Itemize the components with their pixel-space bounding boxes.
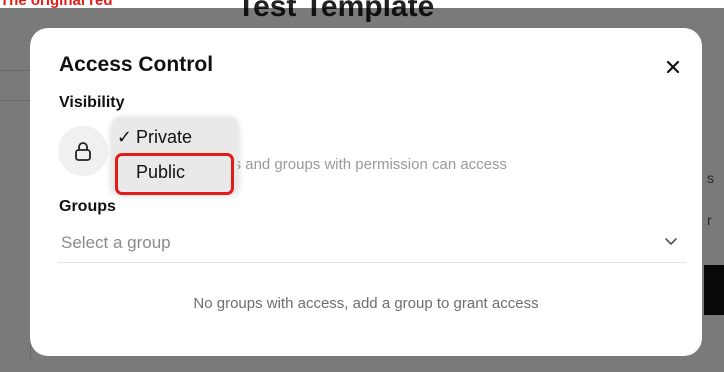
menu-item-label: Private [136, 127, 193, 147]
modal-title: Access Control [59, 53, 214, 76]
group-select-placeholder: Select a group [61, 233, 171, 252]
menu-item-private[interactable]: ✓ Private [112, 127, 238, 148]
screen: The original red Test Template s r Acces… [0, 0, 724, 372]
visibility-description-text: ers and groups with permission can acces… [220, 156, 508, 173]
close-button[interactable] [658, 52, 688, 82]
highlight-annotation-box [115, 153, 234, 195]
visibility-label: Visibility [59, 94, 125, 111]
chevron-down-icon [665, 238, 677, 245]
lock-icon [75, 142, 91, 161]
empty-groups-message: No groups with access, add a group to gr… [193, 295, 539, 312]
checkmark-icon: ✓ [116, 127, 132, 147]
close-icon [666, 60, 680, 74]
access-control-modal: Access Control Visibility Only select us… [30, 28, 702, 356]
group-select[interactable]: Select a group [58, 226, 686, 263]
groups-label: Groups [59, 198, 116, 215]
visibility-lock-button[interactable] [58, 126, 108, 176]
